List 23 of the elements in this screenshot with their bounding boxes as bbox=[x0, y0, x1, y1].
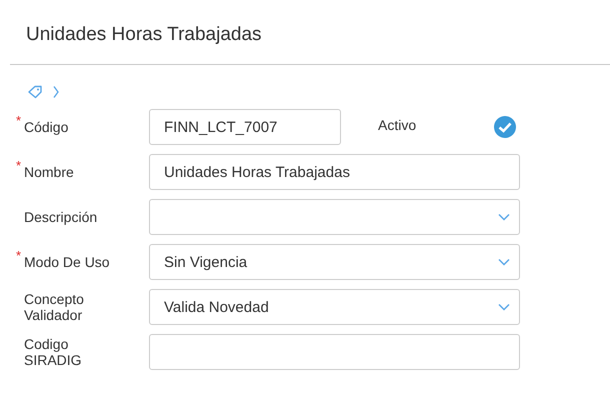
dropdown-field[interactable]: Sin Vigencia bbox=[149, 244, 520, 280]
required-asterisk: * bbox=[16, 158, 22, 173]
chevron-down-icon[interactable] bbox=[498, 303, 510, 311]
dropdown-field[interactable] bbox=[149, 199, 520, 235]
chevron-right-icon[interactable] bbox=[53, 85, 59, 99]
checkbox-label: Activo bbox=[378, 117, 416, 133]
dropdown-field[interactable]: Valida Novedad bbox=[149, 289, 520, 325]
page-title: Unidades Horas Trabajadas bbox=[25, 23, 263, 47]
text-field[interactable]: Unidades Horas Trabajadas bbox=[149, 154, 520, 190]
required-asterisk: * bbox=[16, 248, 22, 263]
chevron-down-icon[interactable] bbox=[498, 213, 510, 221]
field-label: Código bbox=[24, 119, 70, 135]
text-field[interactable] bbox=[149, 334, 520, 370]
field-label: Codigo SIRADIG bbox=[24, 336, 83, 368]
text-field[interactable]: FINN_LCT_7007 bbox=[149, 109, 341, 145]
field-label: Concepto Validador bbox=[24, 291, 85, 323]
tag-icon[interactable] bbox=[27, 85, 43, 99]
field-label: Descripción bbox=[24, 209, 98, 225]
required-asterisk: * bbox=[16, 113, 22, 128]
field-label: Modo De Uso bbox=[24, 254, 111, 270]
chevron-down-icon[interactable] bbox=[498, 258, 510, 266]
field-label: Nombre bbox=[24, 164, 75, 180]
checked-checkbox[interactable] bbox=[493, 115, 518, 139]
